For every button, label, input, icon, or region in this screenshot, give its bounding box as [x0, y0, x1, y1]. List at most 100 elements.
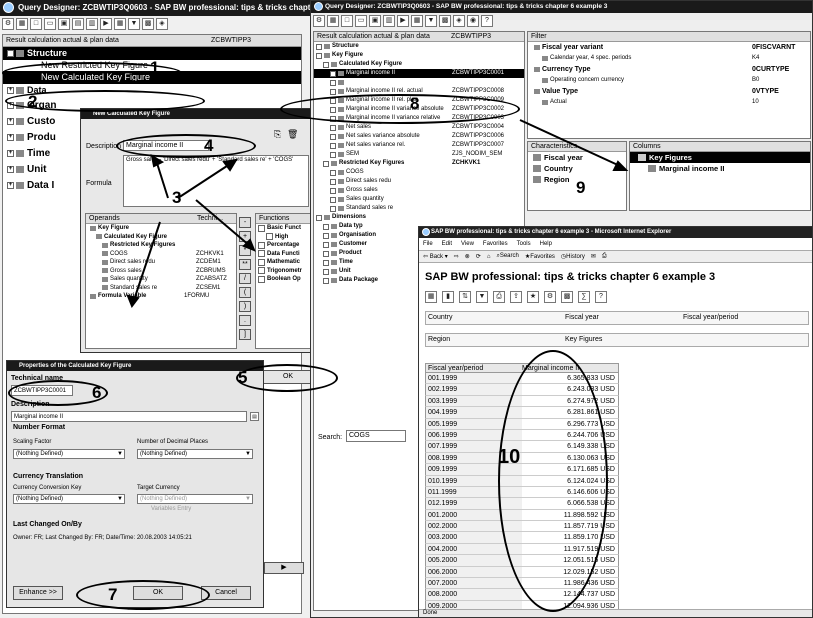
stop-icon[interactable]: ⊗ [465, 253, 470, 260]
right-tree-item[interactable]: COGS [314, 168, 524, 177]
characteristic-item[interactable]: Fiscal year [528, 152, 626, 163]
table-icon[interactable]: ▦ [114, 18, 126, 30]
export-icon[interactable]: ⇪ [510, 291, 522, 303]
home-icon[interactable]: ⌂ [487, 254, 491, 260]
right-tree-item[interactable]: Restricted Key Figures ZCHKVK1 [314, 159, 524, 168]
operand-item[interactable]: Calculated Key Figure [86, 233, 236, 242]
props-title-bar[interactable]: Properties of the Calculated Key Figure [7, 361, 263, 371]
chart-icon[interactable]: ▮ [442, 291, 454, 303]
history-button[interactable]: ◷History [561, 253, 585, 260]
operand-item[interactable]: Direct sales redu ZCDEM1 [86, 258, 236, 267]
ie-menu-item[interactable]: Favorites [483, 239, 508, 249]
function-item[interactable]: Trigonometr [256, 267, 310, 276]
execute-icon[interactable]: ▶ [397, 15, 409, 27]
properties-icon[interactable]: ⚙ [544, 291, 556, 303]
operator-button[interactable]: ] [239, 329, 251, 340]
right-tree-item[interactable]: Direct sales redu [314, 177, 524, 186]
back-button[interactable]: ⇦ Back ▾ [423, 253, 448, 260]
table-icon[interactable]: ▦ [411, 15, 423, 27]
function-item[interactable]: High [256, 233, 310, 242]
help-icon[interactable]: ? [595, 291, 607, 303]
save-icon[interactable]: ▣ [369, 15, 381, 27]
enhance-button[interactable]: Enhance >> [13, 586, 63, 600]
function-item[interactable]: Percentage [256, 241, 310, 250]
grid-icon[interactable]: ▩ [561, 291, 573, 303]
filter-icon[interactable]: ▼ [128, 18, 140, 30]
operand-item[interactable]: Standard sales re ZCSEM1 [86, 284, 236, 293]
exceptions-icon[interactable]: ◉ [467, 15, 479, 27]
operator-button[interactable]: . [239, 315, 251, 326]
columns-key-figures[interactable]: Key Figures [630, 152, 810, 163]
right-title-bar[interactable]: Query Designer: ZCBWTIP3Q0603 - SAP BW p… [311, 1, 812, 13]
desc-input[interactable]: Marginal income II [11, 411, 247, 422]
nav-fiscal-period[interactable]: Fiscal year/period [683, 314, 738, 321]
function-item[interactable]: Data Functi [256, 250, 310, 259]
operand-item[interactable]: Restricted Key Figures [86, 241, 236, 250]
right-tree-item[interactable]: Marginal income II ZCBWTIPP3C0001 [314, 69, 524, 78]
right-tree-item[interactable]: Standard sales re [314, 204, 524, 213]
forward-icon[interactable]: ⇨ [454, 253, 459, 260]
right-tree-item[interactable]: Calculated Key Figure [314, 60, 524, 69]
scroll-right-button[interactable]: ▶ [264, 562, 304, 574]
structure-icon[interactable]: ▦ [327, 15, 339, 27]
trash-icon[interactable]: 🗑 [287, 129, 298, 140]
save-icon[interactable]: ▣ [58, 18, 70, 30]
operand-item[interactable]: Sales quantity ZCABSATZ [86, 275, 236, 284]
nav-country[interactable]: Country [428, 314, 453, 321]
right-tree-item[interactable]: Structure [314, 42, 524, 51]
open-icon[interactable]: ▭ [355, 15, 367, 27]
sort-icon[interactable]: ⇅ [459, 291, 471, 303]
nav-key-figures[interactable]: Key Figures [565, 336, 602, 343]
filter-icon[interactable]: ▼ [425, 15, 437, 27]
calc-icon[interactable]: ∑ [578, 291, 590, 303]
conditions-icon[interactable]: ◈ [453, 15, 465, 27]
print-icon[interactable]: ⎙ [602, 253, 607, 260]
ie-menu-item[interactable]: Help [540, 239, 552, 249]
print-icon[interactable]: ▥ [383, 15, 395, 27]
filter-item[interactable]: Operating concern currency B0 [528, 75, 810, 86]
query-icon[interactable]: ⚙ [2, 18, 14, 30]
bookmark-icon[interactable]: ★ [527, 291, 539, 303]
filter-item[interactable]: Fiscal year variant 0FISCVARNT [528, 42, 810, 53]
filter-item[interactable]: Value Type 0VTYPE [528, 86, 810, 97]
ie-menu-item[interactable]: Tools [517, 239, 531, 249]
mail-icon[interactable]: ✉ [591, 253, 596, 260]
structure-icon[interactable]: ▦ [16, 18, 28, 30]
decimal-select[interactable]: (Nothing Defined) ▼ [137, 449, 253, 459]
nav-fiscal-year[interactable]: Fiscal year [565, 314, 599, 321]
query-icon[interactable]: ⚙ [313, 15, 325, 27]
variables-entry-checkbox[interactable]: Variables Entry [151, 506, 191, 512]
nav-region[interactable]: Region [428, 336, 450, 343]
right-tree-item[interactable]: Dimensions [314, 213, 524, 222]
cells-icon[interactable]: ▩ [439, 15, 451, 27]
filter-item[interactable]: Calendar year, 4 spec. periods K4 [528, 53, 810, 64]
filter-icon[interactable]: ▼ [476, 291, 488, 303]
operator-button[interactable]: + [239, 231, 251, 242]
right-tree-item[interactable]: Gross sales [314, 186, 524, 195]
right-tree-item[interactable]: Net sales variance rel. ZCBWTIPP3C0007 [314, 141, 524, 150]
ie-menu-item[interactable]: View [461, 239, 474, 249]
search-button[interactable]: ⌕Search [496, 253, 518, 260]
right-tree-item[interactable] [314, 78, 524, 87]
help-icon[interactable]: ? [481, 15, 493, 27]
operator-button[interactable]: - [239, 217, 251, 228]
operand-item[interactable]: Gross sales ZCBRUMS [86, 267, 236, 276]
table-icon[interactable]: ▦ [425, 291, 437, 303]
right-tree-item[interactable]: SEM ZJS_NODIM_SEM [314, 150, 524, 159]
search-input[interactable]: COGS [346, 430, 406, 442]
operator-button[interactable]: ) [239, 301, 251, 312]
open-icon[interactable]: ▭ [44, 18, 56, 30]
ie-title-bar[interactable]: SAP BW professional: tips & tricks chapt… [419, 227, 812, 238]
operand-item[interactable]: Key Figure [86, 224, 236, 233]
favorites-button[interactable]: ★Favorites [525, 253, 555, 260]
operator-button[interactable]: ( [239, 287, 251, 298]
right-tree-item[interactable]: Net sales variance absolute ZCBWTIPP3C000… [314, 132, 524, 141]
ckf-formula-input[interactable]: Gross sales - 'Direct sales redu' + 'Sta… [123, 155, 309, 207]
filter-item[interactable]: Actual 10 [528, 97, 810, 108]
right-tree-item[interactable]: Net sales ZCBWTIPP3C0004 [314, 123, 524, 132]
conv-key-select[interactable]: (Nothing Defined) ▼ [13, 494, 125, 504]
operator-button[interactable]: / [239, 273, 251, 284]
execute-icon[interactable]: ▶ [100, 18, 112, 30]
function-item[interactable]: Boolean Op [256, 275, 310, 284]
function-item[interactable]: Basic Funct [256, 224, 310, 233]
